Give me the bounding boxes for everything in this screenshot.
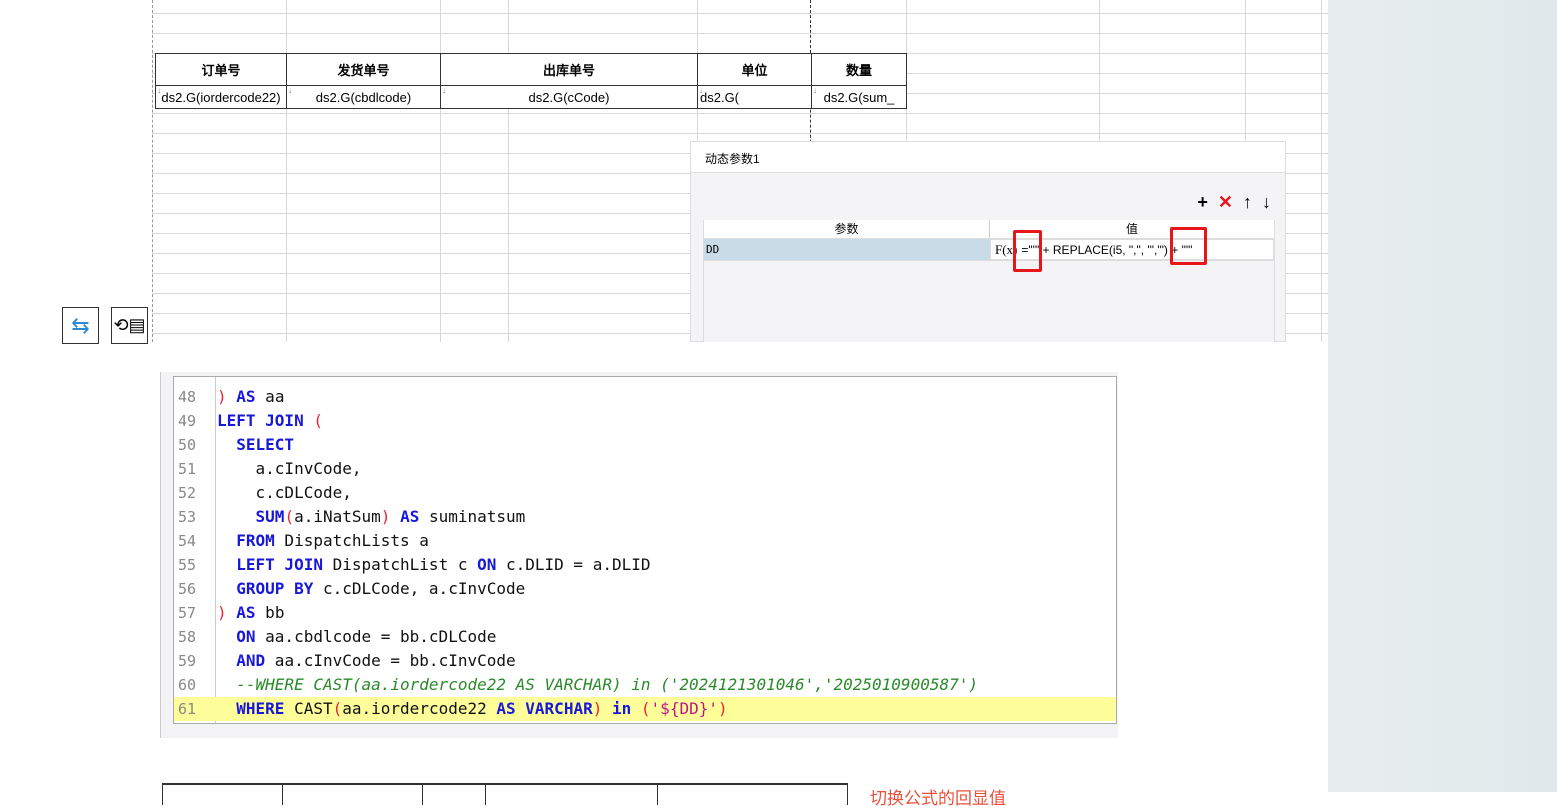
code-text: AND aa.cInvCode = bb.cInvCode xyxy=(236,651,516,670)
code-line[interactable]: 48 ) AS aa xyxy=(174,385,1116,409)
code-text: a.cInvCode, xyxy=(217,459,362,478)
code-line[interactable]: 61 WHERE CAST(aa.iordercode22 AS VARCHAR… xyxy=(174,697,1116,721)
code-line[interactable]: 56 GROUP BY c.cDLCode, a.cInvCode xyxy=(174,577,1116,601)
code-text: ) AS aa xyxy=(217,387,285,406)
line-number: 54 xyxy=(178,532,197,550)
line-number: 48 xyxy=(178,388,197,406)
line-number: 60 xyxy=(178,676,197,694)
col-param: 参数 xyxy=(704,220,990,238)
code-text: WHERE CAST(aa.iordercode22 AS VARCHAR) i… xyxy=(236,699,728,718)
highlight-box xyxy=(1013,230,1042,272)
line-number: 56 xyxy=(178,580,197,598)
line-number: 58 xyxy=(178,628,197,646)
dialog-title: 动态参数1 xyxy=(691,142,1285,173)
code-text: FROM DispatchLists a xyxy=(236,531,429,550)
line-number: 53 xyxy=(178,508,197,526)
swap-arrows-icon: ⇆ xyxy=(71,312,90,338)
background-panel xyxy=(1328,0,1557,792)
code-line[interactable]: 55 LEFT JOIN DispatchList c ON c.DLID = … xyxy=(174,553,1116,577)
code-text: SELECT xyxy=(236,435,295,454)
bottom-table xyxy=(162,783,848,805)
header-outbound-no[interactable]: 出库单号 xyxy=(440,53,698,86)
code-line[interactable]: 58 ON aa.cbdlcode = bb.cDLCode xyxy=(174,625,1116,649)
code-line[interactable]: 52 c.cDLCode, xyxy=(174,481,1116,505)
line-number: 49 xyxy=(178,412,197,430)
code-line[interactable]: 57 ) AS bb xyxy=(174,601,1116,625)
code-line[interactable]: 60 --WHERE CAST(aa.iordercode22 AS VARCH… xyxy=(174,673,1116,697)
delete-icon[interactable]: ✕ xyxy=(1218,192,1233,213)
line-number: 59 xyxy=(178,652,197,670)
code-text: LEFT JOIN ( xyxy=(217,411,323,430)
code-text: --WHERE CAST(aa.iordercode22 AS VARCHAR)… xyxy=(236,675,978,694)
sql-editor-panel: 48) AS aa 49 LEFT JOIN (50 SELECT 51 a.cInv… xyxy=(160,372,1118,738)
refresh-document-icon: ⟲▤ xyxy=(113,315,146,335)
move-down-icon[interactable]: ↓ xyxy=(1262,192,1271,213)
line-number: 57 xyxy=(178,604,197,622)
annotation-note: 切换公式的回显值 xyxy=(870,789,1006,808)
cell-quantity[interactable]: ↓ ds2.G(sum_ xyxy=(811,85,907,109)
code-line[interactable]: 49 LEFT JOIN ( xyxy=(174,409,1116,433)
code-line[interactable]: 51 a.cInvCode, xyxy=(174,457,1116,481)
header-delivery-no[interactable]: 发货单号 xyxy=(286,53,441,86)
header-quantity[interactable]: 数量 xyxy=(811,53,907,86)
code-line[interactable]: 54 FROM DispatchLists a xyxy=(174,529,1116,553)
refresh-preview-button[interactable]: ⟲▤ xyxy=(111,307,148,344)
code-text: ON aa.cbdlcode = bb.cDLCode xyxy=(236,627,497,646)
line-number: 52 xyxy=(178,484,197,502)
code-line[interactable]: 50 SELECT xyxy=(174,433,1116,457)
code-text: SUM(a.iNatSum) AS suminatsum xyxy=(255,507,526,526)
move-up-icon[interactable]: ↑ xyxy=(1243,192,1252,213)
sql-editor[interactable]: 48) AS aa 49 LEFT JOIN (50 SELECT 51 a.cInv… xyxy=(173,376,1117,724)
code-line[interactable]: 53 SUM(a.iNatSum) AS suminatsum xyxy=(174,505,1116,529)
code-text: GROUP BY c.cDLCode, a.cInvCode xyxy=(236,579,526,598)
cell-unit[interactable]: ↓ ds2.G( xyxy=(697,85,812,109)
cell-delivery-no[interactable]: ↓ ds2.G(cbdlcode) xyxy=(286,85,441,109)
param-name[interactable]: DD xyxy=(704,239,990,260)
line-number: 51 xyxy=(178,460,197,478)
line-number: 55 xyxy=(178,556,197,574)
header-unit[interactable]: 单位 xyxy=(697,53,812,86)
swap-button[interactable]: ⇆ xyxy=(62,307,99,344)
line-number: 61 xyxy=(178,700,197,718)
line-number: 50 xyxy=(178,436,197,454)
code-text: c.cDLCode, xyxy=(217,483,352,502)
header-order-no[interactable]: 订单号 xyxy=(155,53,287,86)
cell-outbound-no[interactable]: ↓ ds2.G(cCode) xyxy=(440,85,698,109)
cell-order-no[interactable]: ↓ ds2.G(iordercode22) xyxy=(155,85,287,109)
code-text: ) AS bb xyxy=(217,603,285,622)
highlight-box xyxy=(1170,227,1207,265)
code-text: LEFT JOIN DispatchList c ON c.DLID = a.D… xyxy=(236,555,651,574)
add-icon[interactable]: + xyxy=(1197,192,1208,213)
code-line[interactable]: 59 AND aa.cInvCode = bb.cInvCode xyxy=(174,649,1116,673)
report-table: 订单号 发货单号 出库单号 单位 数量 ↓ ds2.G(iordercode22)… xyxy=(155,53,907,109)
dynamic-params-dialog: 动态参数1 + ✕ ↑ ↓ 参数 值 DD F(x) ="'" + REPLAC… xyxy=(690,141,1286,342)
